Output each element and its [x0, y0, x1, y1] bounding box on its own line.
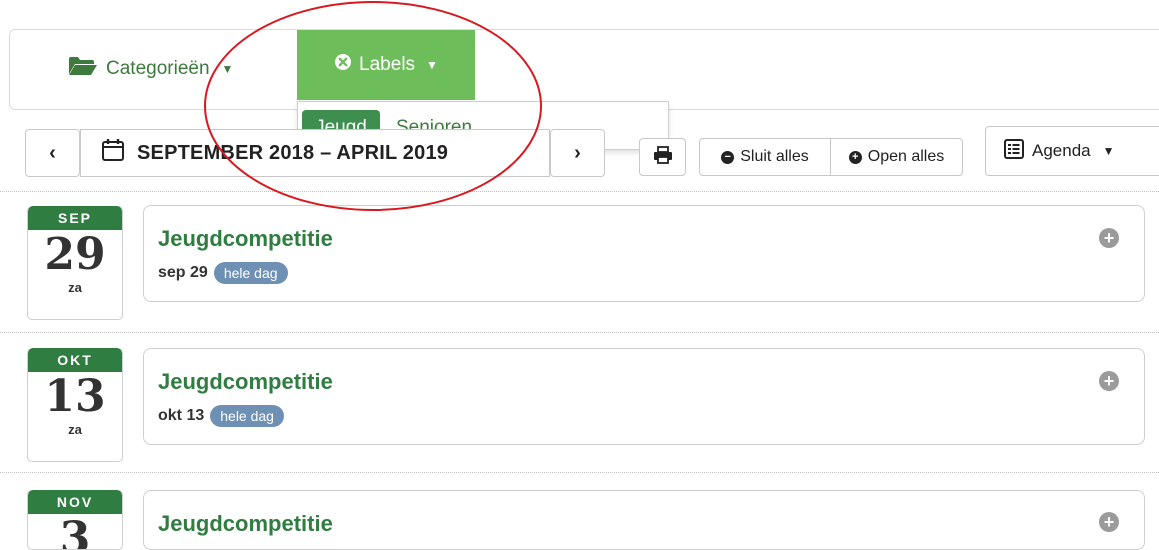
collapse-all-button[interactable]: − Sluit alles [699, 138, 831, 176]
plus-circle-icon[interactable]: + [1099, 228, 1119, 248]
all-day-badge: hele dag [213, 262, 288, 284]
date-range-label: SEPTEMBER 2018 – APRIL 2019 [137, 141, 449, 164]
chevron-left-icon: ‹ [49, 141, 56, 164]
event-meta: sep 29 hele dag [158, 262, 288, 284]
event-date-block: NOV 3 [27, 490, 123, 550]
calendar-icon [101, 138, 125, 168]
print-icon [653, 145, 673, 169]
folder-open-icon [68, 56, 98, 82]
plus-circle-icon[interactable]: + [1099, 512, 1119, 532]
event-date-block: OKT 13 za [27, 348, 123, 462]
event-month: SEP [28, 206, 122, 230]
event-weekday: za [68, 422, 82, 437]
categories-dropdown-button[interactable]: Categorieën ▼ [68, 52, 233, 86]
collapse-all-label: Sluit alles [740, 148, 809, 165]
chevron-right-icon: › [574, 141, 581, 164]
caret-down-icon: ▼ [1102, 144, 1115, 158]
event-date-text: okt 13 [158, 407, 205, 424]
labels-label: Labels [359, 54, 416, 75]
caret-down-icon: ▼ [426, 58, 438, 72]
all-day-badge: hele dag [210, 405, 284, 427]
date-range-button[interactable]: SEPTEMBER 2018 – APRIL 2019 [80, 129, 550, 177]
next-button[interactable]: › [550, 129, 605, 177]
event-title[interactable]: Jeugdcompetitie [158, 369, 333, 395]
previous-button[interactable]: ‹ [25, 129, 80, 177]
plus-circle-icon: + [848, 150, 862, 164]
event-date-block: SEP 29 za [27, 206, 123, 320]
labels-dropdown-button[interactable]: Labels ▼ [297, 30, 475, 100]
expand-all-button[interactable]: + Open alles [830, 138, 963, 176]
event-card[interactable] [143, 205, 1145, 302]
event-month: OKT [28, 348, 122, 372]
event-card[interactable] [143, 348, 1145, 445]
times-circle-icon [334, 53, 352, 77]
categories-label: Categorieën [106, 58, 210, 79]
list-alt-icon [1004, 138, 1024, 164]
caret-down-icon: ▼ [221, 62, 234, 76]
view-dropdown-button[interactable]: Agenda ▼ [985, 126, 1159, 176]
event-weekday: za [68, 280, 82, 295]
event-month: NOV [28, 490, 122, 514]
event-day: 3 [59, 513, 91, 550]
plus-circle-icon[interactable]: + [1099, 371, 1119, 391]
event-title[interactable]: Jeugdcompetitie [158, 226, 333, 252]
event-date-text: sep 29 [158, 264, 208, 281]
view-label: Agenda [1032, 141, 1091, 160]
expand-all-label: Open alles [867, 148, 945, 165]
event-day: 29 [44, 229, 106, 280]
print-button[interactable] [639, 138, 686, 176]
event-title[interactable]: Jeugdcompetitie [158, 511, 333, 537]
divider [0, 472, 1159, 473]
minus-circle-icon: − [721, 150, 735, 164]
divider [0, 191, 1159, 192]
event-meta: okt 13 hele dag [158, 405, 284, 427]
divider [0, 332, 1159, 333]
event-day: 13 [44, 371, 106, 422]
